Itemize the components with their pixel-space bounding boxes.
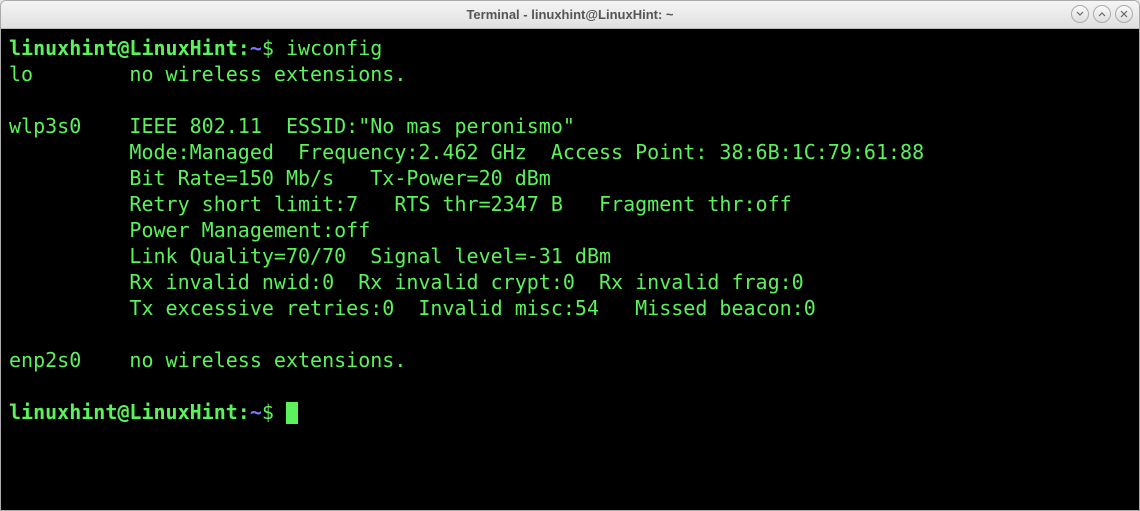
minimize-icon (1075, 9, 1085, 19)
output-line-8: Rx invalid nwid:0 Rx invalid crypt:0 Rx … (9, 270, 804, 294)
output-line-0: lo no wireless extensions. (9, 62, 406, 86)
output-line-2: wlp3s0 IEEE 802.11 ESSID:"No mas peronis… (9, 114, 575, 138)
prompt-path-2: ~ (250, 400, 262, 424)
prompt-separator: : (238, 36, 250, 60)
output-line-11: enp2s0 no wireless extensions. (9, 348, 406, 372)
prompt-path: ~ (250, 36, 262, 60)
output-line-4: Bit Rate=150 Mb/s Tx-Power=20 dBm (9, 166, 551, 190)
prompt-user-host-2: linuxhint@LinuxHint (9, 400, 238, 424)
cursor (286, 402, 298, 424)
minimize-button[interactable] (1071, 5, 1089, 23)
prompt-user-host: linuxhint@LinuxHint (9, 36, 238, 60)
output-line-3: Mode:Managed Frequency:2.462 GHz Access … (9, 140, 924, 164)
maximize-button[interactable] (1093, 5, 1111, 23)
prompt-sign-2: $ (262, 400, 274, 424)
terminal-body[interactable]: linuxhint@LinuxHint:~$ iwconfig lo no wi… (1, 29, 1139, 510)
titlebar[interactable]: Terminal - linuxhint@LinuxHint: ~ (1, 1, 1139, 29)
command-text: iwconfig (286, 36, 382, 60)
prompt-sign: $ (262, 36, 274, 60)
terminal-window: Terminal - linuxhint@LinuxHint: ~ linuxh… (0, 0, 1140, 511)
close-icon (1119, 9, 1129, 19)
prompt-separator-2: : (238, 400, 250, 424)
output-line-6: Power Management:off (9, 218, 370, 242)
close-button[interactable] (1115, 5, 1133, 23)
window-controls (1071, 5, 1133, 23)
output-line-5: Retry short limit:7 RTS thr=2347 B Fragm… (9, 192, 792, 216)
output-line-7: Link Quality=70/70 Signal level=-31 dBm (9, 244, 611, 268)
maximize-icon (1097, 9, 1107, 19)
output-line-9: Tx excessive retries:0 Invalid misc:54 M… (9, 296, 816, 320)
window-title: Terminal - linuxhint@LinuxHint: ~ (466, 7, 673, 22)
